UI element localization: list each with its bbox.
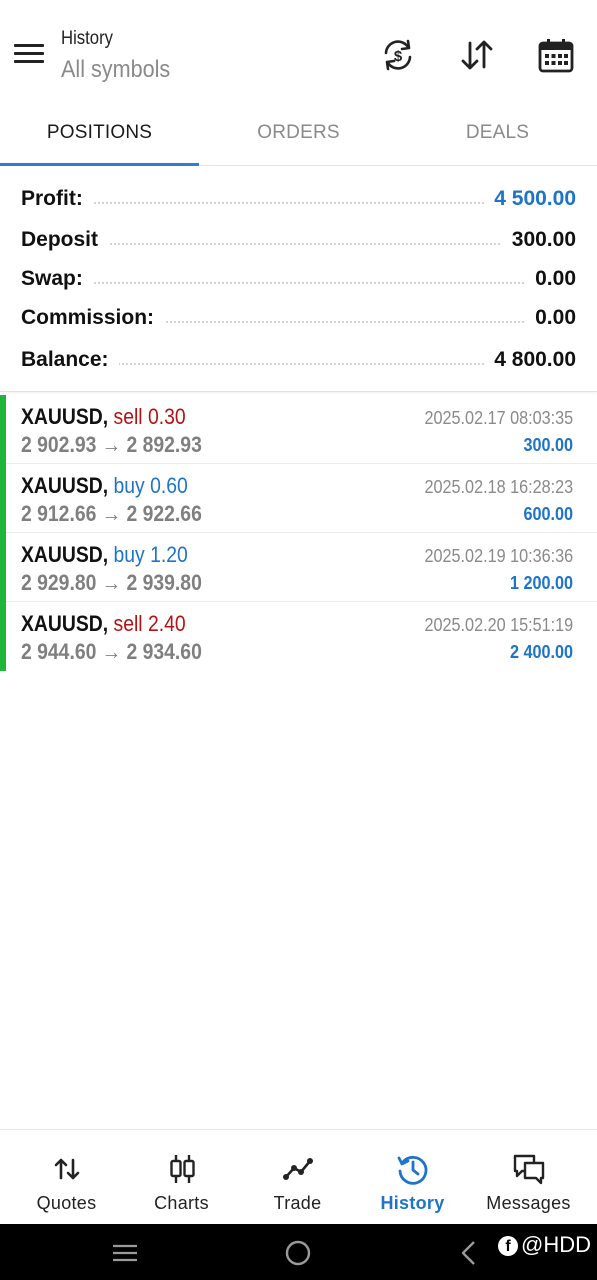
history-tabs: POSITIONS ORDERS DEALS — [0, 108, 597, 166]
trade-line-icon — [281, 1152, 315, 1186]
balance-label: Balance: — [21, 342, 119, 378]
list-item[interactable]: XAUUSD, sell 0.30 2 902.93 → 2 892.93 20… — [0, 395, 597, 464]
position-status-bar — [0, 395, 6, 464]
deal-symbol-line: XAUUSD, buy 0.60 — [21, 473, 188, 499]
commission-value: 0.00 — [525, 300, 576, 336]
deposit-label: Deposit — [21, 222, 109, 258]
tab-positions[interactable]: POSITIONS — [0, 108, 199, 166]
dotted-leader — [21, 282, 576, 284]
deal-prices: 2 929.80 → 2 939.80 — [21, 570, 202, 595]
tab-deals[interactable]: DEALS — [398, 108, 597, 166]
profit-label: Profit: — [21, 181, 93, 217]
symbol-name: XAUUSD, — [21, 473, 109, 498]
list-item[interactable]: XAUUSD, sell 2.40 2 944.60 → 2 934.60 20… — [0, 602, 597, 671]
position-status-bar — [0, 602, 6, 671]
deal-prices: 2 912.66 → 2 922.66 — [21, 501, 202, 526]
nav-label: Charts — [154, 1193, 209, 1213]
commission-label: Commission: — [21, 300, 165, 336]
symbol-name: XAUUSD, — [21, 404, 109, 429]
nav-label: Messages — [486, 1193, 571, 1213]
position-status-bar — [0, 533, 6, 602]
history-icon — [396, 1152, 430, 1186]
app-bar: History All symbols $ — [0, 0, 597, 100]
position-status-bar — [0, 464, 6, 533]
deposit-value: 300.00 — [501, 222, 576, 258]
deal-profit: 1 200.00 — [509, 573, 573, 593]
home-icon[interactable] — [281, 1236, 315, 1270]
summary-panel: Profit: 4 500.00 Deposit 300.00 Swap: 0.… — [0, 170, 597, 392]
calendar-icon[interactable] — [537, 36, 575, 74]
facebook-icon: f — [498, 1236, 518, 1256]
summary-row-balance: Balance: 4 800.00 — [21, 342, 576, 378]
deal-time: 2025.02.17 08:03:35 — [424, 408, 573, 428]
deal-profit: 600.00 — [523, 504, 573, 524]
deal-prices: 2 944.60 → 2 934.60 — [21, 639, 202, 664]
quotes-icon — [50, 1152, 84, 1186]
deal-prices: 2 902.93 → 2 892.93 — [21, 432, 202, 457]
menu-icon-line — [14, 52, 44, 55]
list-item[interactable]: XAUUSD, buy 1.20 2 929.80 → 2 939.80 202… — [0, 533, 597, 602]
summary-row-deposit: Deposit 300.00 — [21, 222, 576, 258]
deal-symbol-line: XAUUSD, buy 1.20 — [21, 542, 188, 568]
deal-side-volume: sell 0.30 — [113, 404, 186, 429]
swap-value: 0.00 — [525, 261, 576, 297]
messages-icon — [512, 1152, 546, 1186]
nav-quotes[interactable]: Quotes — [9, 1130, 124, 1225]
menu-icon-line — [14, 44, 44, 47]
watermark: f @HDD — [498, 1232, 591, 1258]
nav-label: History — [380, 1193, 445, 1213]
currency-exchange-icon[interactable]: $ — [379, 36, 417, 74]
symbol-name: XAUUSD, — [21, 611, 109, 636]
profit-value: 4 500.00 — [484, 181, 576, 217]
active-tab-indicator — [0, 163, 199, 166]
list-item[interactable]: XAUUSD, buy 0.60 2 912.66 → 2 922.66 202… — [0, 464, 597, 533]
deal-profit: 2 400.00 — [509, 642, 573, 662]
balance-value: 4 800.00 — [484, 342, 576, 378]
nav-trade[interactable]: Trade — [240, 1130, 355, 1225]
deal-time: 2025.02.20 15:51:19 — [424, 615, 573, 635]
nav-messages[interactable]: Messages — [471, 1130, 586, 1225]
bottom-navigation: Quotes Charts Trade History Messages — [0, 1129, 597, 1224]
deal-side-volume: buy 0.60 — [113, 473, 188, 498]
deal-time: 2025.02.19 10:36:36 — [424, 546, 573, 566]
deal-symbol-line: XAUUSD, sell 2.40 — [21, 611, 186, 637]
summary-row-commission: Commission: 0.00 — [21, 300, 576, 336]
back-icon[interactable] — [452, 1236, 486, 1270]
watermark-text: @HDD — [521, 1232, 591, 1257]
nav-label: Trade — [273, 1193, 322, 1213]
system-navigation-bar: f @HDD — [0, 1224, 597, 1280]
symbol-name: XAUUSD, — [21, 542, 109, 567]
nav-label: Quotes — [36, 1193, 97, 1213]
deal-side-volume: buy 1.20 — [113, 542, 188, 567]
nav-history[interactable]: History — [355, 1130, 470, 1225]
summary-row-swap: Swap: 0.00 — [21, 261, 576, 297]
swap-label: Swap: — [21, 261, 93, 297]
summary-row-profit: Profit: 4 500.00 — [21, 181, 576, 217]
recent-apps-icon[interactable] — [108, 1236, 142, 1270]
svg-text:$: $ — [394, 48, 403, 65]
menu-button[interactable] — [14, 44, 46, 68]
candlestick-icon — [165, 1152, 199, 1186]
nav-charts[interactable]: Charts — [124, 1130, 239, 1225]
positions-list: XAUUSD, sell 0.30 2 902.93 → 2 892.93 20… — [0, 395, 597, 671]
page-title: History — [61, 28, 114, 49]
deal-profit: 300.00 — [523, 435, 573, 455]
sort-icon[interactable] — [458, 36, 496, 74]
menu-icon-line — [14, 60, 44, 63]
tab-orders[interactable]: ORDERS — [199, 108, 398, 166]
symbol-filter[interactable]: All symbols — [61, 56, 170, 84]
deal-side-volume: sell 2.40 — [113, 611, 186, 636]
deal-symbol-line: XAUUSD, sell 0.30 — [21, 404, 186, 430]
deal-time: 2025.02.18 16:28:23 — [424, 477, 573, 497]
